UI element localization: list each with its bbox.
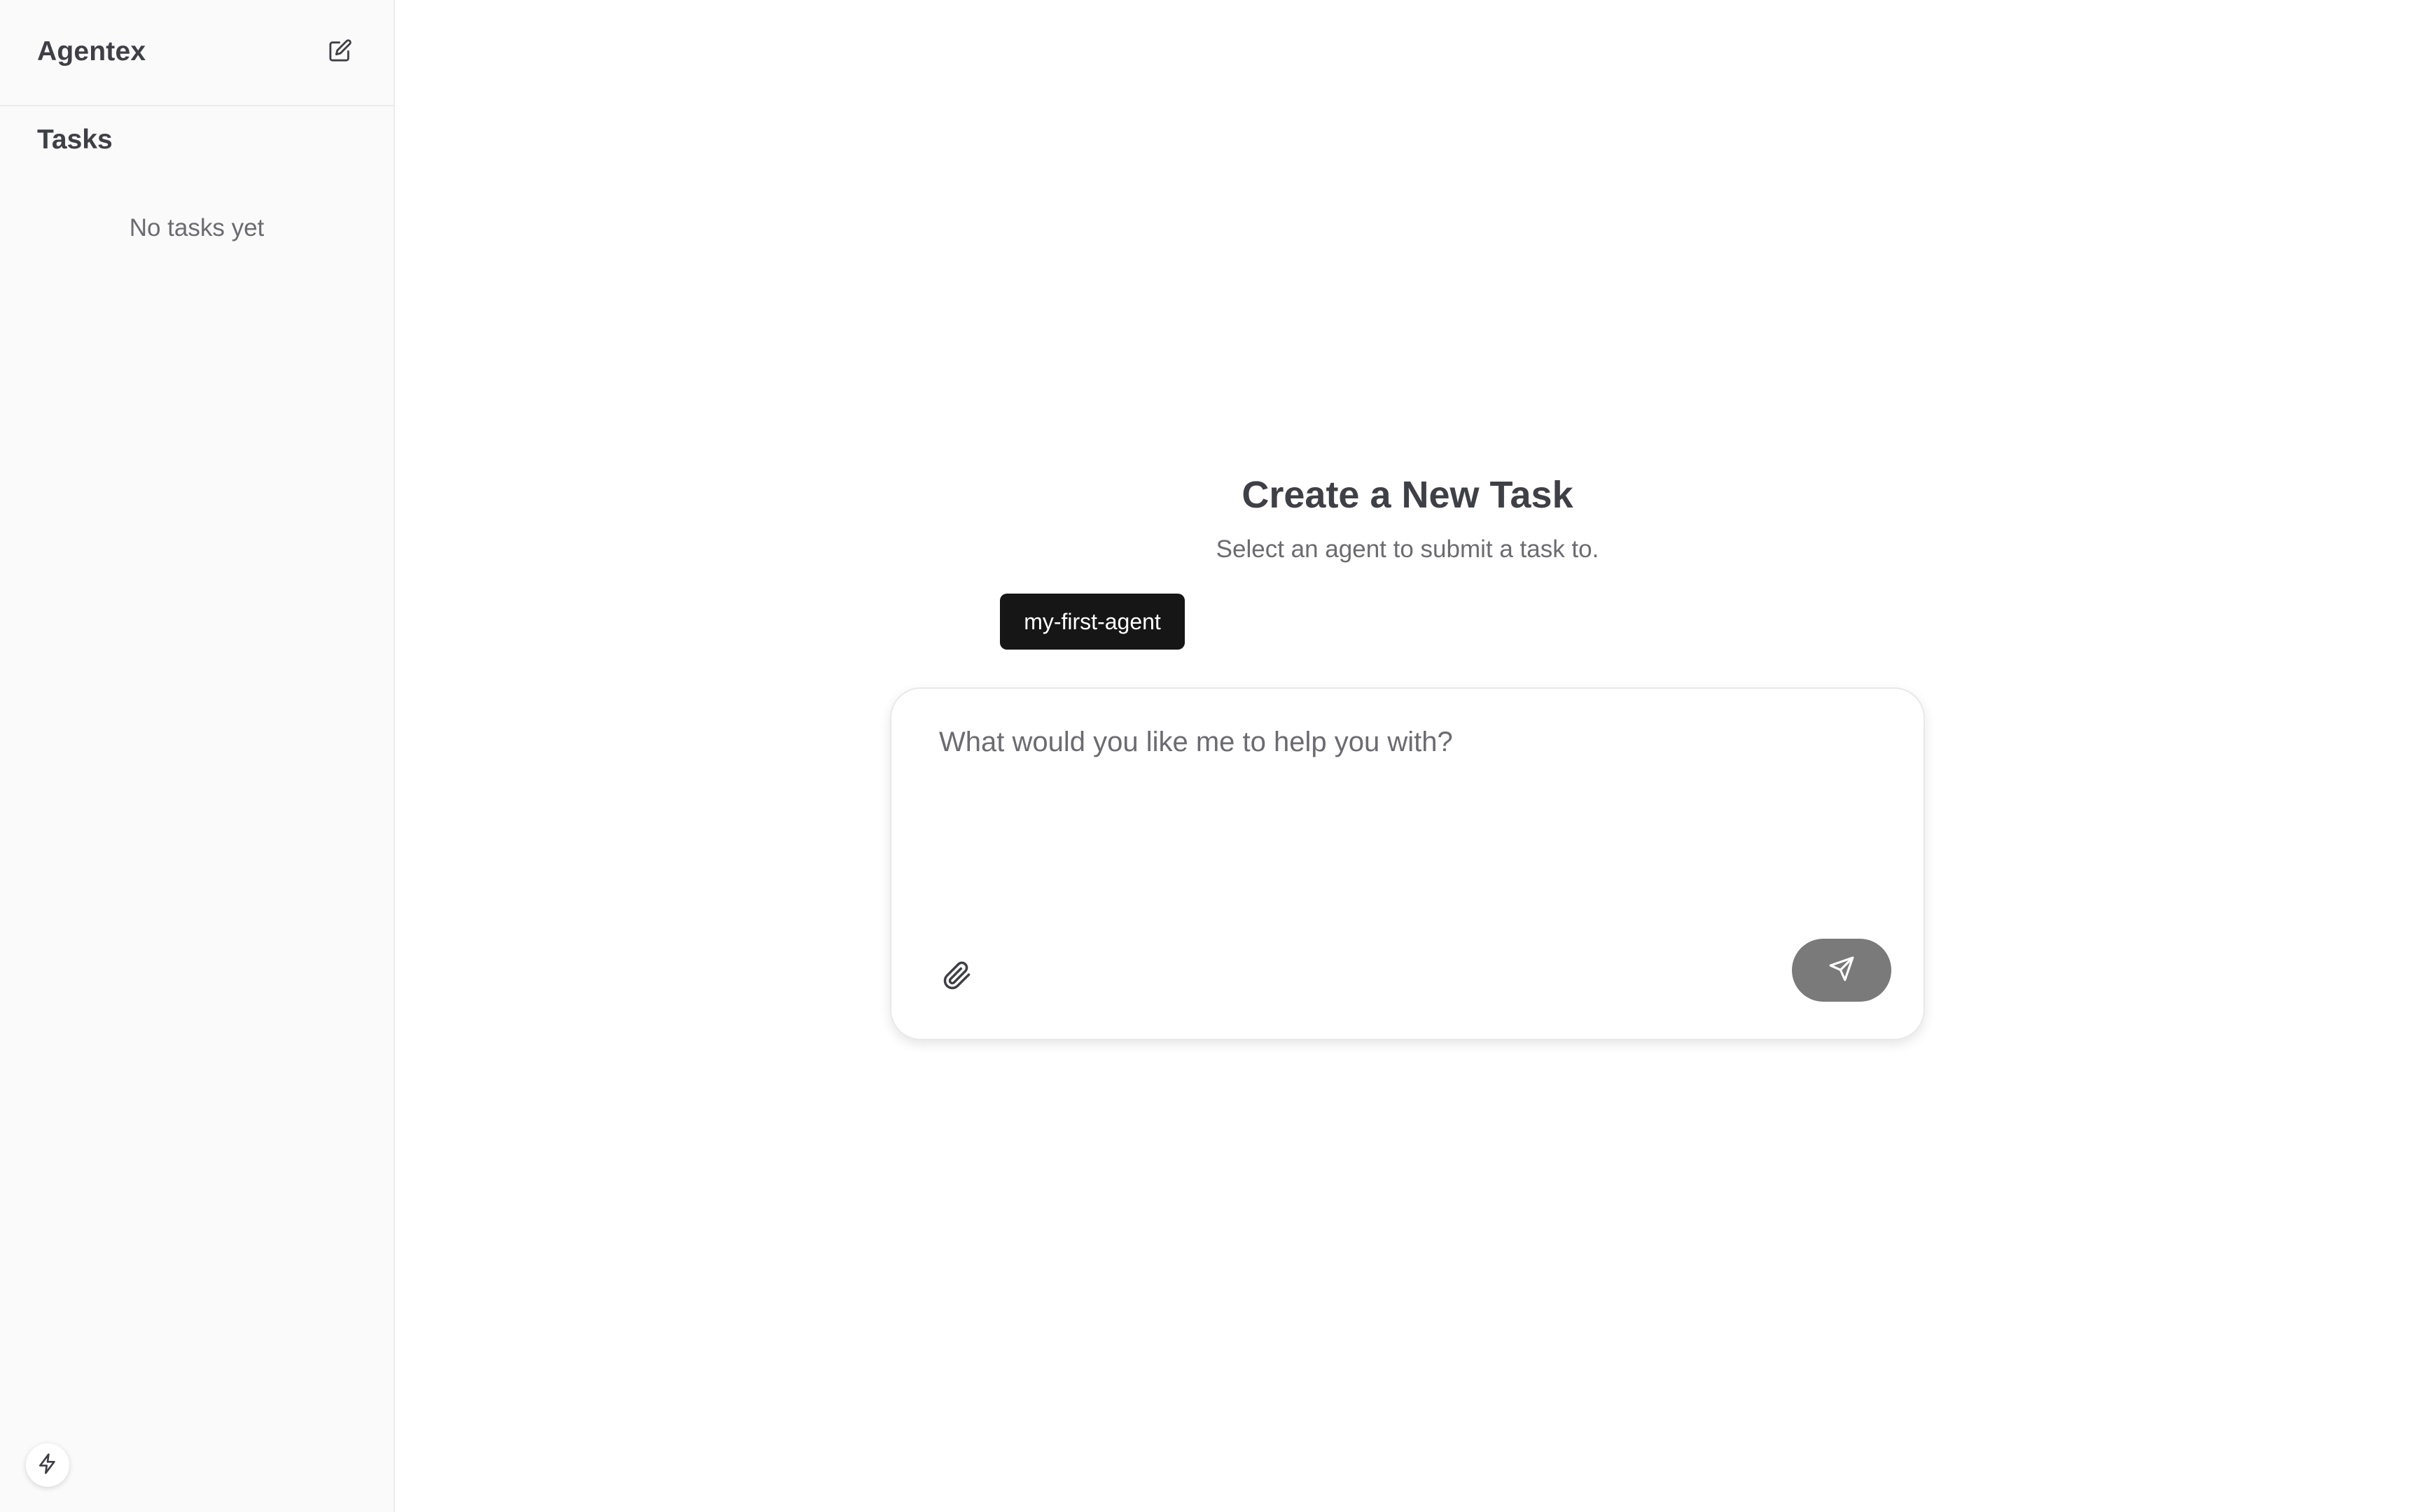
bolt-button[interactable] — [26, 1443, 69, 1487]
new-task-button[interactable] — [325, 36, 356, 67]
paperclip-icon — [943, 961, 972, 994]
sidebar: Agentex Tasks No tasks yet — [0, 0, 395, 1512]
page-title: Create a New Task — [1242, 474, 1573, 516]
task-composer — [890, 687, 1925, 1040]
main-panel: Create a New Task Select an agent to sub… — [395, 0, 2420, 1512]
app-title: Agentex — [37, 36, 146, 66]
page-subtitle: Select an agent to submit a task to. — [1216, 536, 1599, 563]
task-input[interactable] — [938, 725, 1876, 865]
attach-button[interactable] — [932, 952, 982, 1002]
empty-tasks-message: No tasks yet — [129, 214, 265, 241]
send-icon — [1828, 955, 1855, 986]
tasks-heading: Tasks — [37, 125, 113, 155]
edit-icon — [328, 38, 352, 66]
app-root: Agentex Tasks No tasks yet Create a New … — [0, 0, 2420, 1512]
sidebar-header: Agentex — [0, 0, 394, 106]
bolt-icon — [36, 1452, 59, 1478]
agent-chip-my-first-agent[interactable]: my-first-agent — [1000, 594, 1185, 650]
send-button[interactable] — [1792, 939, 1891, 1002]
